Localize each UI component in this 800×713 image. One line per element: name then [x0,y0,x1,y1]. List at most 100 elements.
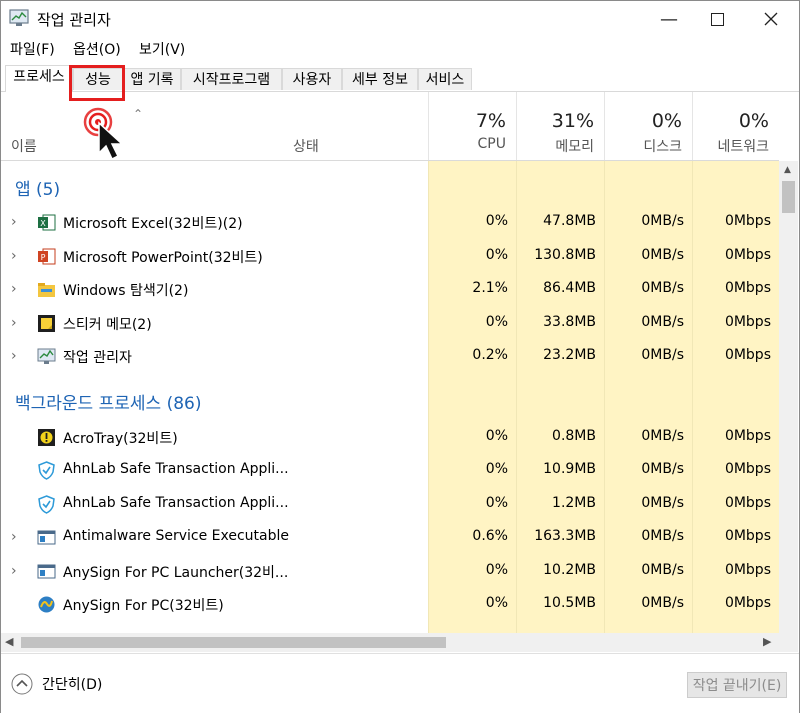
memory-value: 130.8MB [534,247,596,263]
process-name: Windows 탐색기(2) [63,283,189,299]
cpu-value: 0% [485,461,508,477]
collapse-chevron-icon [11,673,33,695]
memory-value: 86.4MB [543,280,596,296]
process-name: Microsoft Excel(32비트)(2) [63,216,243,232]
close-button[interactable] [745,1,797,37]
menu-options[interactable]: 옵션(O) [73,39,121,59]
disk-label: 디스크 [643,139,682,155]
network-total: 0% [738,110,769,132]
column-name[interactable]: 이름 [1,92,287,160]
cpu-value: 2.1% [472,280,508,296]
expand-chevron-icon[interactable]: › [11,281,17,297]
maximize-icon [710,12,724,26]
column-name-label: 이름 [11,139,37,155]
vertical-scroll-thumb[interactable] [782,181,795,213]
horizontal-scrollbar[interactable]: ◀ ▶ [1,633,779,652]
expand-chevron-icon[interactable]: › [11,563,17,579]
table-row[interactable]: › AnySign For PC Launcher(32비... 0% 10.2… [1,555,779,588]
disk-value: 0MB/s [641,562,684,578]
column-memory[interactable]: 31% 메모리 [516,92,604,160]
table-row[interactable]: AhnLab Safe Transaction Appli... 0% 1.2M… [1,488,779,521]
process-name: Microsoft PowerPoint(32비트) [63,250,263,266]
disk-value: 0MB/s [641,595,684,611]
network-value: 0Mbps [724,347,771,363]
disk-value: 0MB/s [641,428,684,444]
table-row[interactable]: › 스티커 메모(2) 0% 33.8MB 0MB/s 0Mbps [1,307,779,340]
fewer-details-button[interactable]: 간단히(D) [11,673,102,695]
cpu-value: 0% [485,495,508,511]
table-row[interactable]: › 작업 관리자 0.2% 23.2MB 0MB/s 0Mbps [1,340,779,373]
process-list: 앱 (5) › X Microsoft Excel(32비트)(2) 0% 47… [1,161,779,633]
horizontal-scroll-thumb[interactable] [21,637,446,648]
tab-startup[interactable]: 시작프로그램 [181,68,282,90]
table-row[interactable]: AnySign For PC(32비트) 0% 10.5MB 0MB/s 0Mb… [1,588,779,621]
process-name: Antimalware Service Executable [63,528,290,544]
process-name: AhnLab Safe Transaction Appli... [63,495,289,511]
svg-text:P: P [41,253,46,262]
end-task-button[interactable]: 작업 끝내기(E) [687,672,787,698]
expand-chevron-icon[interactable]: › [11,348,17,364]
process-name: AnySign For PC(32비트) [63,598,224,614]
task-manager-window: 작업 관리자 — 파일(F) 옵션(O) 보기(V) 프로세스 성능 앱 기록 … [0,0,800,713]
disk-value: 0MB/s [641,461,684,477]
cpu-value: 0% [485,595,508,611]
memory-value: 47.8MB [543,213,596,229]
memory-label: 메모리 [555,139,594,155]
expand-chevron-icon[interactable]: › [11,248,17,264]
menu-view[interactable]: 보기(V) [139,39,185,59]
tab-details[interactable]: 세부 정보 [342,68,418,90]
column-disk[interactable]: 0% 디스크 [604,92,692,160]
process-name: 작업 관리자 [63,350,132,366]
network-value: 0Mbps [724,562,771,578]
cpu-value: 0% [485,428,508,444]
table-row[interactable]: AhnLab Safe Transaction Appli... 0% 10.9… [1,454,779,487]
table-row[interactable]: › P Microsoft PowerPoint(32비트) 0% 130.8M… [1,240,779,273]
cpu-label: CPU [477,136,506,152]
minimize-button[interactable]: — [643,1,695,37]
tab-processes[interactable]: 프로세스 [5,65,73,92]
expand-chevron-icon[interactable]: › [11,529,17,545]
column-cpu[interactable]: 7% CPU [428,92,516,160]
network-value: 0Mbps [724,247,771,263]
svg-text:X: X [40,219,46,228]
expand-chevron-icon[interactable]: › [11,315,17,331]
tab-app-history[interactable]: 앱 기록 [123,68,181,90]
memory-value: 23.2MB [543,347,596,363]
network-value: 0Mbps [724,213,771,229]
maximize-button[interactable] [691,1,743,37]
expand-chevron-icon[interactable]: › [11,214,17,230]
group-header-apps: 앱 (5) [1,169,779,202]
cpu-total: 7% [475,110,506,132]
close-icon [764,12,778,26]
scroll-up-icon[interactable]: ▲ [784,165,791,175]
table-row[interactable]: AcroTray(32비트) 0% 0.8MB 0MB/s 0Mbps [1,421,779,454]
table-row[interactable]: › Antimalware Service Executable 0.6% 16… [1,521,779,554]
table-row[interactable]: › Windows 탐색기(2) 2.1% 86.4MB 0MB/s 0Mbps [1,273,779,306]
click-pointer-icon [83,107,124,161]
network-value: 0Mbps [724,461,771,477]
scroll-right-icon[interactable]: ▶ [763,635,771,648]
group-header-background: 백그라운드 프로세스 (86) [1,383,779,416]
disk-value: 0MB/s [641,280,684,296]
table-row[interactable]: › X Microsoft Excel(32비트)(2) 0% 47.8MB 0… [1,206,779,239]
network-value: 0Mbps [724,428,771,444]
tab-users[interactable]: 사용자 [282,68,342,90]
column-status[interactable]: 상태 [287,92,428,160]
tab-services[interactable]: 서비스 [418,68,472,90]
menu-file[interactable]: 파일(F) [10,39,55,59]
task-manager-icon [37,348,56,364]
column-network[interactable]: 0% 네트워크 [692,92,779,160]
group-label-apps: 앱 (5) [15,180,61,200]
scroll-left-icon[interactable]: ◀ [5,635,13,648]
vertical-scrollbar[interactable]: ▲ [779,161,798,633]
network-value: 0Mbps [724,528,771,544]
process-name: AnySign For PC Launcher(32비... [63,565,289,581]
group-label-background: 백그라운드 프로세스 (86) [15,394,202,414]
footer-bar: 간단히(D) 작업 끝내기(E) [1,653,799,713]
fewer-details-label: 간단히(D) [42,677,103,693]
network-value: 0Mbps [724,314,771,330]
memory-total: 31% [551,110,594,132]
anysign-icon [38,596,55,613]
cpu-value: 0.2% [472,347,508,363]
memory-value: 10.2MB [543,562,596,578]
